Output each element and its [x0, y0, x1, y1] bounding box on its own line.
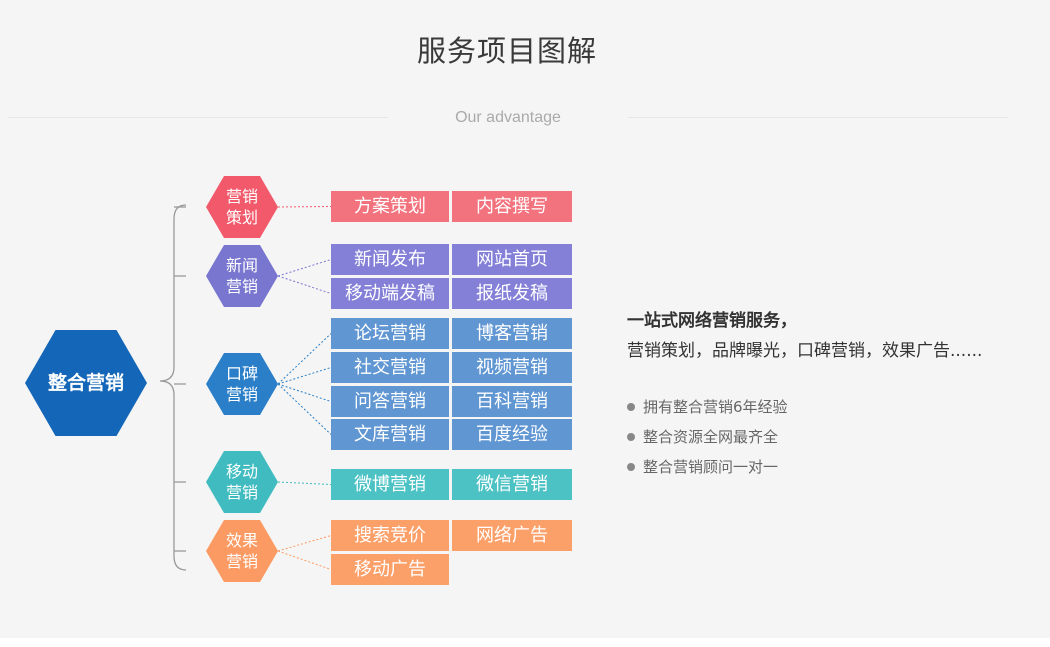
bullet-icon [627, 433, 635, 441]
connector-line [277, 259, 332, 277]
advantage-item: 整合资源全网最齐全 [627, 426, 788, 456]
connector-line [277, 383, 332, 435]
service-item: 方案策划 [331, 191, 449, 222]
service-item: 搜索竞价 [331, 520, 449, 551]
service-item: 微博营销 [331, 469, 449, 500]
service-item: 微信营销 [452, 469, 572, 500]
root-label: 整合营销 [47, 372, 124, 394]
advantage-item: 拥有整合营销6年经验 [627, 396, 788, 426]
service-item: 博客营销 [452, 318, 572, 349]
service-item: 移动广告 [331, 554, 449, 585]
branch-label: 新闻 营销 [225, 256, 258, 296]
connector-line [277, 275, 332, 294]
connector-line [277, 206, 332, 208]
service-item: 问答营销 [331, 386, 449, 417]
service-item: 报纸发稿 [452, 278, 572, 309]
service-item: 新闻发布 [331, 244, 449, 275]
service-headline: 一站式网络营销服务， [627, 311, 797, 331]
connector-line [277, 333, 332, 385]
connector-line [277, 550, 332, 570]
service-item: 社交营销 [331, 352, 449, 383]
service-item: 文库营销 [331, 419, 449, 450]
bullet-icon [627, 463, 635, 471]
tree-brace [159, 204, 187, 571]
connector-line [277, 535, 332, 552]
service-description: 营销策划，品牌曝光，口碑营销，效果广告...... [627, 341, 983, 361]
service-item: 论坛营销 [331, 318, 449, 349]
branch-label: 口碑 营销 [225, 364, 258, 404]
advantage-list: 拥有整合营销6年经验 整合资源全网最齐全 整合营销顾问一对一 [627, 396, 788, 486]
service-item: 网站首页 [452, 244, 572, 275]
connector-line [277, 383, 332, 402]
connector-line [277, 367, 332, 385]
branch-label: 营销 策划 [225, 187, 258, 227]
service-item: 百科营销 [452, 386, 572, 417]
service-item: 内容撰写 [452, 191, 572, 222]
service-item: 移动端发稿 [331, 278, 449, 309]
connector-line [277, 481, 332, 485]
bullet-icon [627, 403, 635, 411]
service-item: 视频营销 [452, 352, 572, 383]
advantage-item: 整合营销顾问一对一 [627, 456, 788, 486]
service-item: 网络广告 [452, 520, 572, 551]
branch-label: 移动 营销 [225, 462, 258, 502]
service-item: 百度经验 [452, 419, 572, 450]
branch-label: 效果 营销 [225, 531, 258, 571]
